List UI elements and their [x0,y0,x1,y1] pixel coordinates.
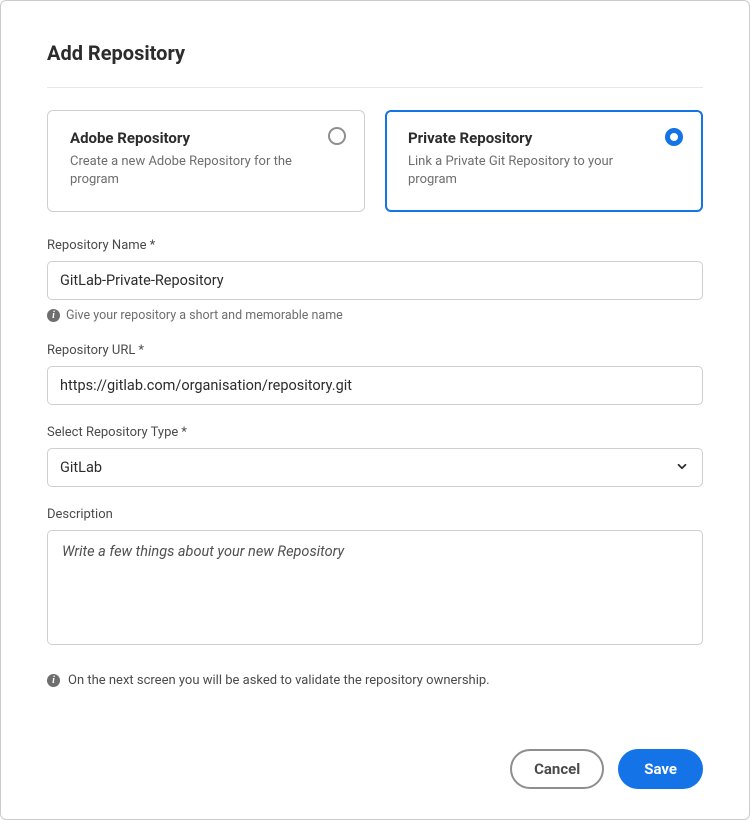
required-asterisk: * [138,343,144,358]
private-card-title: Private Repository [408,129,680,147]
label-text: Select Repository Type [47,425,178,440]
save-button[interactable]: Save [618,749,703,789]
repository-type-cards: Adobe Repository Create a new Adobe Repo… [47,110,703,212]
footer-note: i On the next screen you will be asked t… [47,673,703,688]
private-repository-card[interactable]: Private Repository Link a Private Git Re… [385,110,703,212]
info-icon: i [47,674,60,687]
radio-selected-icon [665,128,683,146]
info-icon: i [47,309,60,322]
divider [47,87,703,88]
repository-type-select-wrap [47,448,703,487]
repository-name-label: Repository Name* [47,238,703,253]
dialog-actions: Cancel Save [47,719,703,789]
repository-url-label: Repository URL* [47,343,703,358]
repository-name-helper: i Give your repository a short and memor… [47,308,703,323]
radio-unselected-icon [328,127,346,145]
description-field: Description [47,507,703,649]
adobe-card-desc: Create a new Adobe Repository for the pr… [70,153,342,189]
repository-type-label: Select Repository Type* [47,425,703,440]
repository-url-field: Repository URL* [47,343,703,405]
repository-url-input[interactable] [47,366,703,405]
required-asterisk: * [150,238,156,253]
repository-type-select[interactable] [47,448,703,487]
repository-name-input[interactable] [47,261,703,300]
private-card-desc: Link a Private Git Repository to your pr… [408,153,680,189]
dialog-title: Add Repository [47,41,703,65]
label-text: Repository Name [47,238,147,253]
add-repository-dialog: Add Repository Adobe Repository Create a… [0,0,750,820]
footer-note-text: On the next screen you will be asked to … [68,673,490,688]
cancel-button[interactable]: Cancel [510,749,604,789]
description-textarea[interactable] [47,530,703,645]
repository-name-field: Repository Name* i Give your repository … [47,238,703,323]
description-label: Description [47,507,703,522]
helper-text: Give your repository a short and memorab… [66,308,343,323]
repository-type-field: Select Repository Type* [47,425,703,487]
adobe-repository-card[interactable]: Adobe Repository Create a new Adobe Repo… [47,110,365,212]
adobe-card-title: Adobe Repository [70,129,342,147]
label-text: Repository URL [47,343,135,358]
required-asterisk: * [181,425,187,440]
